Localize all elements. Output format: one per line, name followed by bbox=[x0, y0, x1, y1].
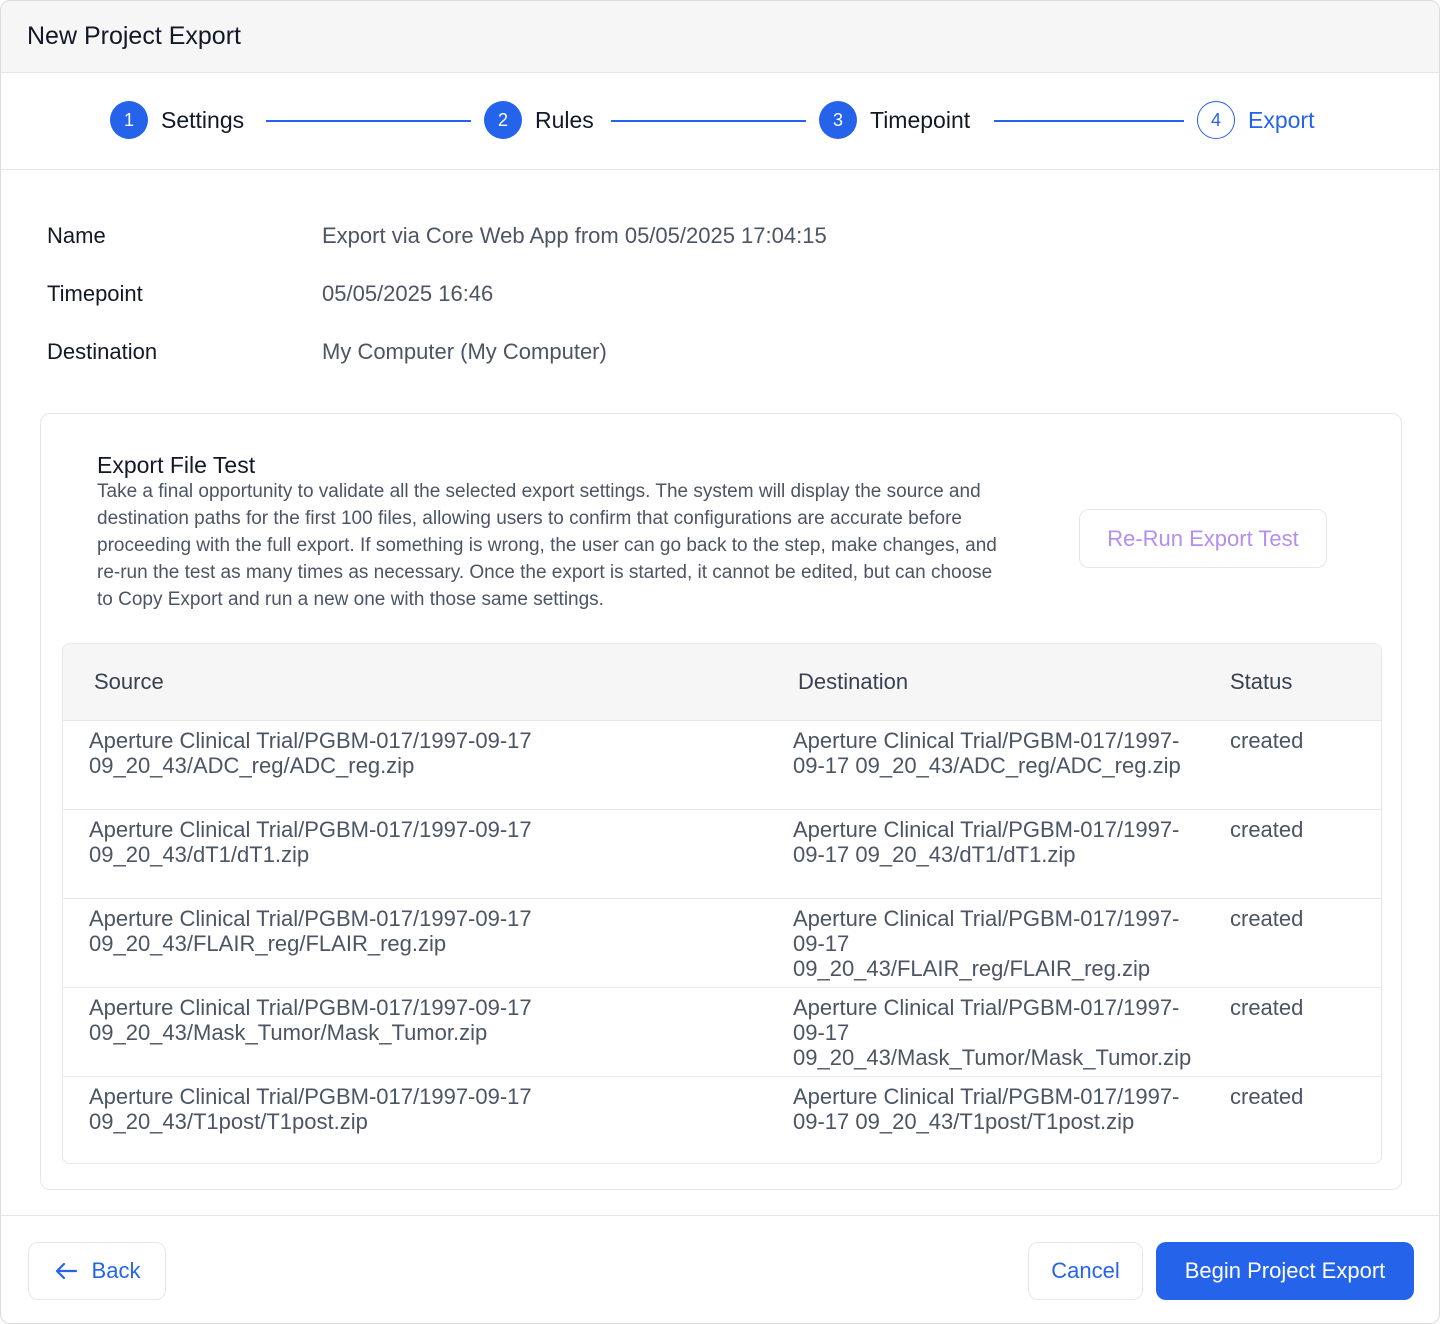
dialog-header: New Project Export bbox=[1, 1, 1439, 73]
summary-value: Export via Core Web App from 05/05/2025 … bbox=[322, 223, 827, 248]
table-header: Source Destination Status bbox=[63, 644, 1381, 721]
stepper: 1 Settings 2 Rules 3 Timepoint 4 Export bbox=[1, 73, 1439, 170]
status-text: created bbox=[1230, 995, 1304, 1020]
export-test-title: Export File Test bbox=[97, 452, 256, 478]
column-header-source[interactable]: Source bbox=[94, 669, 164, 695]
step-number: 2 bbox=[484, 101, 522, 139]
export-file-test-card: Export File Test Take a final opportunit… bbox=[40, 413, 1402, 1190]
begin-project-export-button[interactable]: Begin Project Export bbox=[1156, 1242, 1414, 1300]
summary-key: Timepoint bbox=[47, 281, 143, 306]
table-row: Aperture Clinical Trial/PGBM-017/1997-09… bbox=[63, 810, 1381, 899]
table-row: Aperture Clinical Trial/PGBM-017/1997-09… bbox=[63, 988, 1381, 1077]
destination-path: Aperture Clinical Trial/PGBM-017/1997-09… bbox=[793, 906, 1180, 981]
step-label: Rules bbox=[535, 106, 594, 133]
step-number: 1 bbox=[110, 101, 148, 139]
dialog-title: New Project Export bbox=[27, 22, 241, 50]
status-text: created bbox=[1230, 906, 1304, 931]
destination-path: Aperture Clinical Trial/PGBM-017/1997-09… bbox=[793, 728, 1181, 778]
status-text: created bbox=[1230, 1084, 1304, 1109]
destination-path: Aperture Clinical Trial/PGBM-017/1997-09… bbox=[793, 1084, 1180, 1134]
step-label: Timepoint bbox=[870, 106, 971, 133]
source-path: Aperture Clinical Trial/PGBM-017/1997-09… bbox=[89, 906, 532, 956]
export-test-table: Source Destination Status Aperture Clini… bbox=[62, 643, 1382, 1164]
step-number: 3 bbox=[819, 101, 857, 139]
summary-key: Name bbox=[47, 223, 106, 248]
step-export[interactable]: 4 Export bbox=[1197, 101, 1314, 139]
step-connector bbox=[611, 120, 806, 122]
column-header-destination[interactable]: Destination bbox=[798, 669, 908, 695]
step-connector bbox=[266, 120, 471, 122]
source-path: Aperture Clinical Trial/PGBM-017/1997-09… bbox=[89, 1084, 532, 1134]
source-path: Aperture Clinical Trial/PGBM-017/1997-09… bbox=[89, 995, 532, 1045]
status-text: created bbox=[1230, 728, 1304, 753]
column-header-status[interactable]: Status bbox=[1230, 669, 1292, 695]
summary-value: My Computer (My Computer) bbox=[322, 339, 607, 364]
step-label: Settings bbox=[161, 106, 245, 133]
step-rules[interactable]: 2 Rules bbox=[484, 101, 594, 139]
step-label: Export bbox=[1248, 106, 1315, 133]
destination-path: Aperture Clinical Trial/PGBM-017/1997-09… bbox=[793, 995, 1192, 1070]
export-test-description: Take a final opportunity to validate all… bbox=[97, 481, 997, 610]
summary-row-destination: Destination My Computer (My Computer) bbox=[47, 339, 827, 397]
status-text: created bbox=[1230, 817, 1304, 842]
step-timepoint[interactable]: 3 Timepoint bbox=[819, 101, 970, 139]
table-row: Aperture Clinical Trial/PGBM-017/1997-09… bbox=[63, 1077, 1381, 1163]
export-summary: Name Export via Core Web App from 05/05/… bbox=[47, 223, 827, 397]
step-settings[interactable]: 1 Settings bbox=[110, 101, 244, 139]
arrow-left-icon bbox=[54, 1262, 78, 1280]
dialog-footer: Back Cancel Begin Project Export bbox=[1, 1215, 1439, 1323]
summary-row-name: Name Export via Core Web App from 05/05/… bbox=[47, 223, 827, 281]
back-button-label: Back bbox=[91, 1258, 141, 1283]
step-number: 4 bbox=[1197, 101, 1235, 139]
source-path: Aperture Clinical Trial/PGBM-017/1997-09… bbox=[89, 817, 532, 867]
table-row: Aperture Clinical Trial/PGBM-017/1997-09… bbox=[63, 899, 1381, 988]
step-connector bbox=[994, 120, 1184, 122]
export-dialog: New Project Export 1 Settings 2 Rules 3 … bbox=[0, 0, 1440, 1324]
cancel-button[interactable]: Cancel bbox=[1028, 1242, 1143, 1300]
summary-value: 05/05/2025 16:46 bbox=[322, 281, 494, 306]
destination-path: Aperture Clinical Trial/PGBM-017/1997-09… bbox=[793, 817, 1180, 867]
summary-row-timepoint: Timepoint 05/05/2025 16:46 bbox=[47, 281, 827, 339]
source-path: Aperture Clinical Trial/PGBM-017/1997-09… bbox=[89, 728, 532, 778]
summary-key: Destination bbox=[47, 339, 158, 364]
back-button[interactable]: Back bbox=[28, 1242, 166, 1300]
rerun-export-test-button[interactable]: Re-Run Export Test bbox=[1079, 509, 1327, 568]
table-row: Aperture Clinical Trial/PGBM-017/1997-09… bbox=[63, 721, 1381, 810]
